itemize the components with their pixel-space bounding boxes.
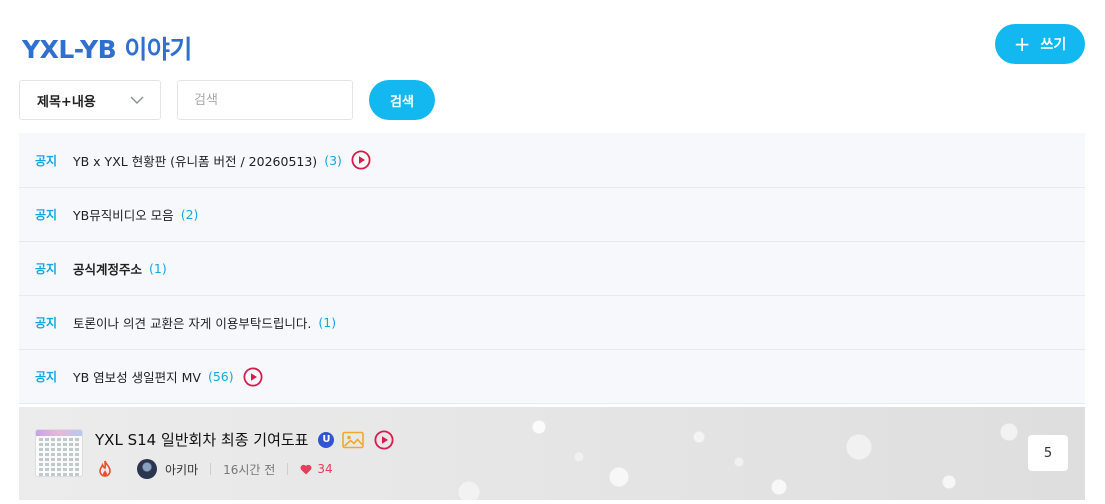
search-scope-select[interactable]: 제목+내용	[19, 80, 161, 120]
write-button[interactable]: + 쓰기	[995, 24, 1085, 64]
play-icon	[351, 150, 371, 170]
play-icon	[243, 366, 263, 387]
post-title[interactable]: YXL S14 일반회차 최종 기여도표	[95, 429, 308, 450]
notice-tag: 공지	[35, 316, 58, 330]
like-count: 34	[317, 462, 333, 476]
write-button-label: 쓰기	[1040, 37, 1067, 53]
fire-icon	[99, 460, 111, 477]
notice-row[interactable]: 공지 YB x YXL 현황판 (유니폼 버전 / 20260513) (3)	[19, 133, 1085, 188]
notice-row[interactable]: 공지 YB 염보성 생일편지 MV (56)	[19, 350, 1085, 404]
notice-tag: 공지	[35, 208, 58, 222]
post-title-row[interactable]: YXL S14 일반회차 최종 기여도표 U	[95, 429, 394, 450]
notice-row[interactable]: 공지 토론이나 의견 교환은 자게 이용부탁드립니다. (1)	[19, 296, 1085, 350]
post-meta: 아키마 16시간 전 34	[97, 459, 333, 479]
notice-row[interactable]: 공지 공식계정주소 (1)	[19, 242, 1085, 296]
divider	[210, 463, 212, 475]
notice-title[interactable]: YB 염보성 생일편지 MV	[73, 367, 201, 386]
play-icon	[374, 429, 394, 450]
comment-count: (56)	[207, 369, 234, 384]
comment-count: (1)	[318, 315, 337, 330]
plus-icon: +	[1013, 32, 1031, 56]
comment-count: (1)	[149, 261, 167, 276]
search-button[interactable]: 검색	[369, 80, 435, 120]
heart-icon	[300, 464, 312, 474]
comment-count: (2)	[180, 207, 199, 222]
divider	[287, 463, 289, 475]
post-thumbnail[interactable]	[35, 429, 83, 477]
search-input[interactable]	[177, 80, 353, 120]
image-icon	[342, 431, 365, 448]
notice-title[interactable]: 토론이나 의견 교환은 자게 이용부탁드립니다.	[73, 313, 311, 332]
update-badge: U	[318, 431, 335, 448]
notice-title[interactable]: 공식계정주소	[73, 259, 142, 278]
search-scope-value: 제목+내용	[37, 94, 96, 110]
notice-tag: 공지	[35, 153, 58, 168]
notice-title[interactable]: YB뮤직비디오 모음	[73, 205, 174, 224]
post-time: 16시간 전	[223, 462, 276, 477]
notice-list: 공지 YB x YXL 현황판 (유니폼 버전 / 20260513) (3) …	[19, 133, 1085, 404]
page-title: YXL-YB 이야기	[22, 35, 192, 64]
avatar[interactable]	[137, 459, 157, 479]
notice-row[interactable]: 공지 YB뮤직비디오 모음 (2)	[19, 188, 1085, 242]
notice-title[interactable]: YB x YXL 현황판 (유니폼 버전 / 20260513)	[73, 151, 317, 170]
chevron-down-icon	[130, 96, 144, 104]
reply-count-badge[interactable]: 5	[1028, 435, 1068, 471]
notice-tag: 공지	[35, 262, 58, 276]
post-row[interactable]: YXL S14 일반회차 최종 기여도표 U 아키마 16시간 전 34 5	[19, 407, 1085, 500]
notice-tag: 공지	[35, 370, 58, 384]
comment-count: (3)	[324, 152, 342, 168]
author-name[interactable]: 아키마	[165, 461, 198, 478]
